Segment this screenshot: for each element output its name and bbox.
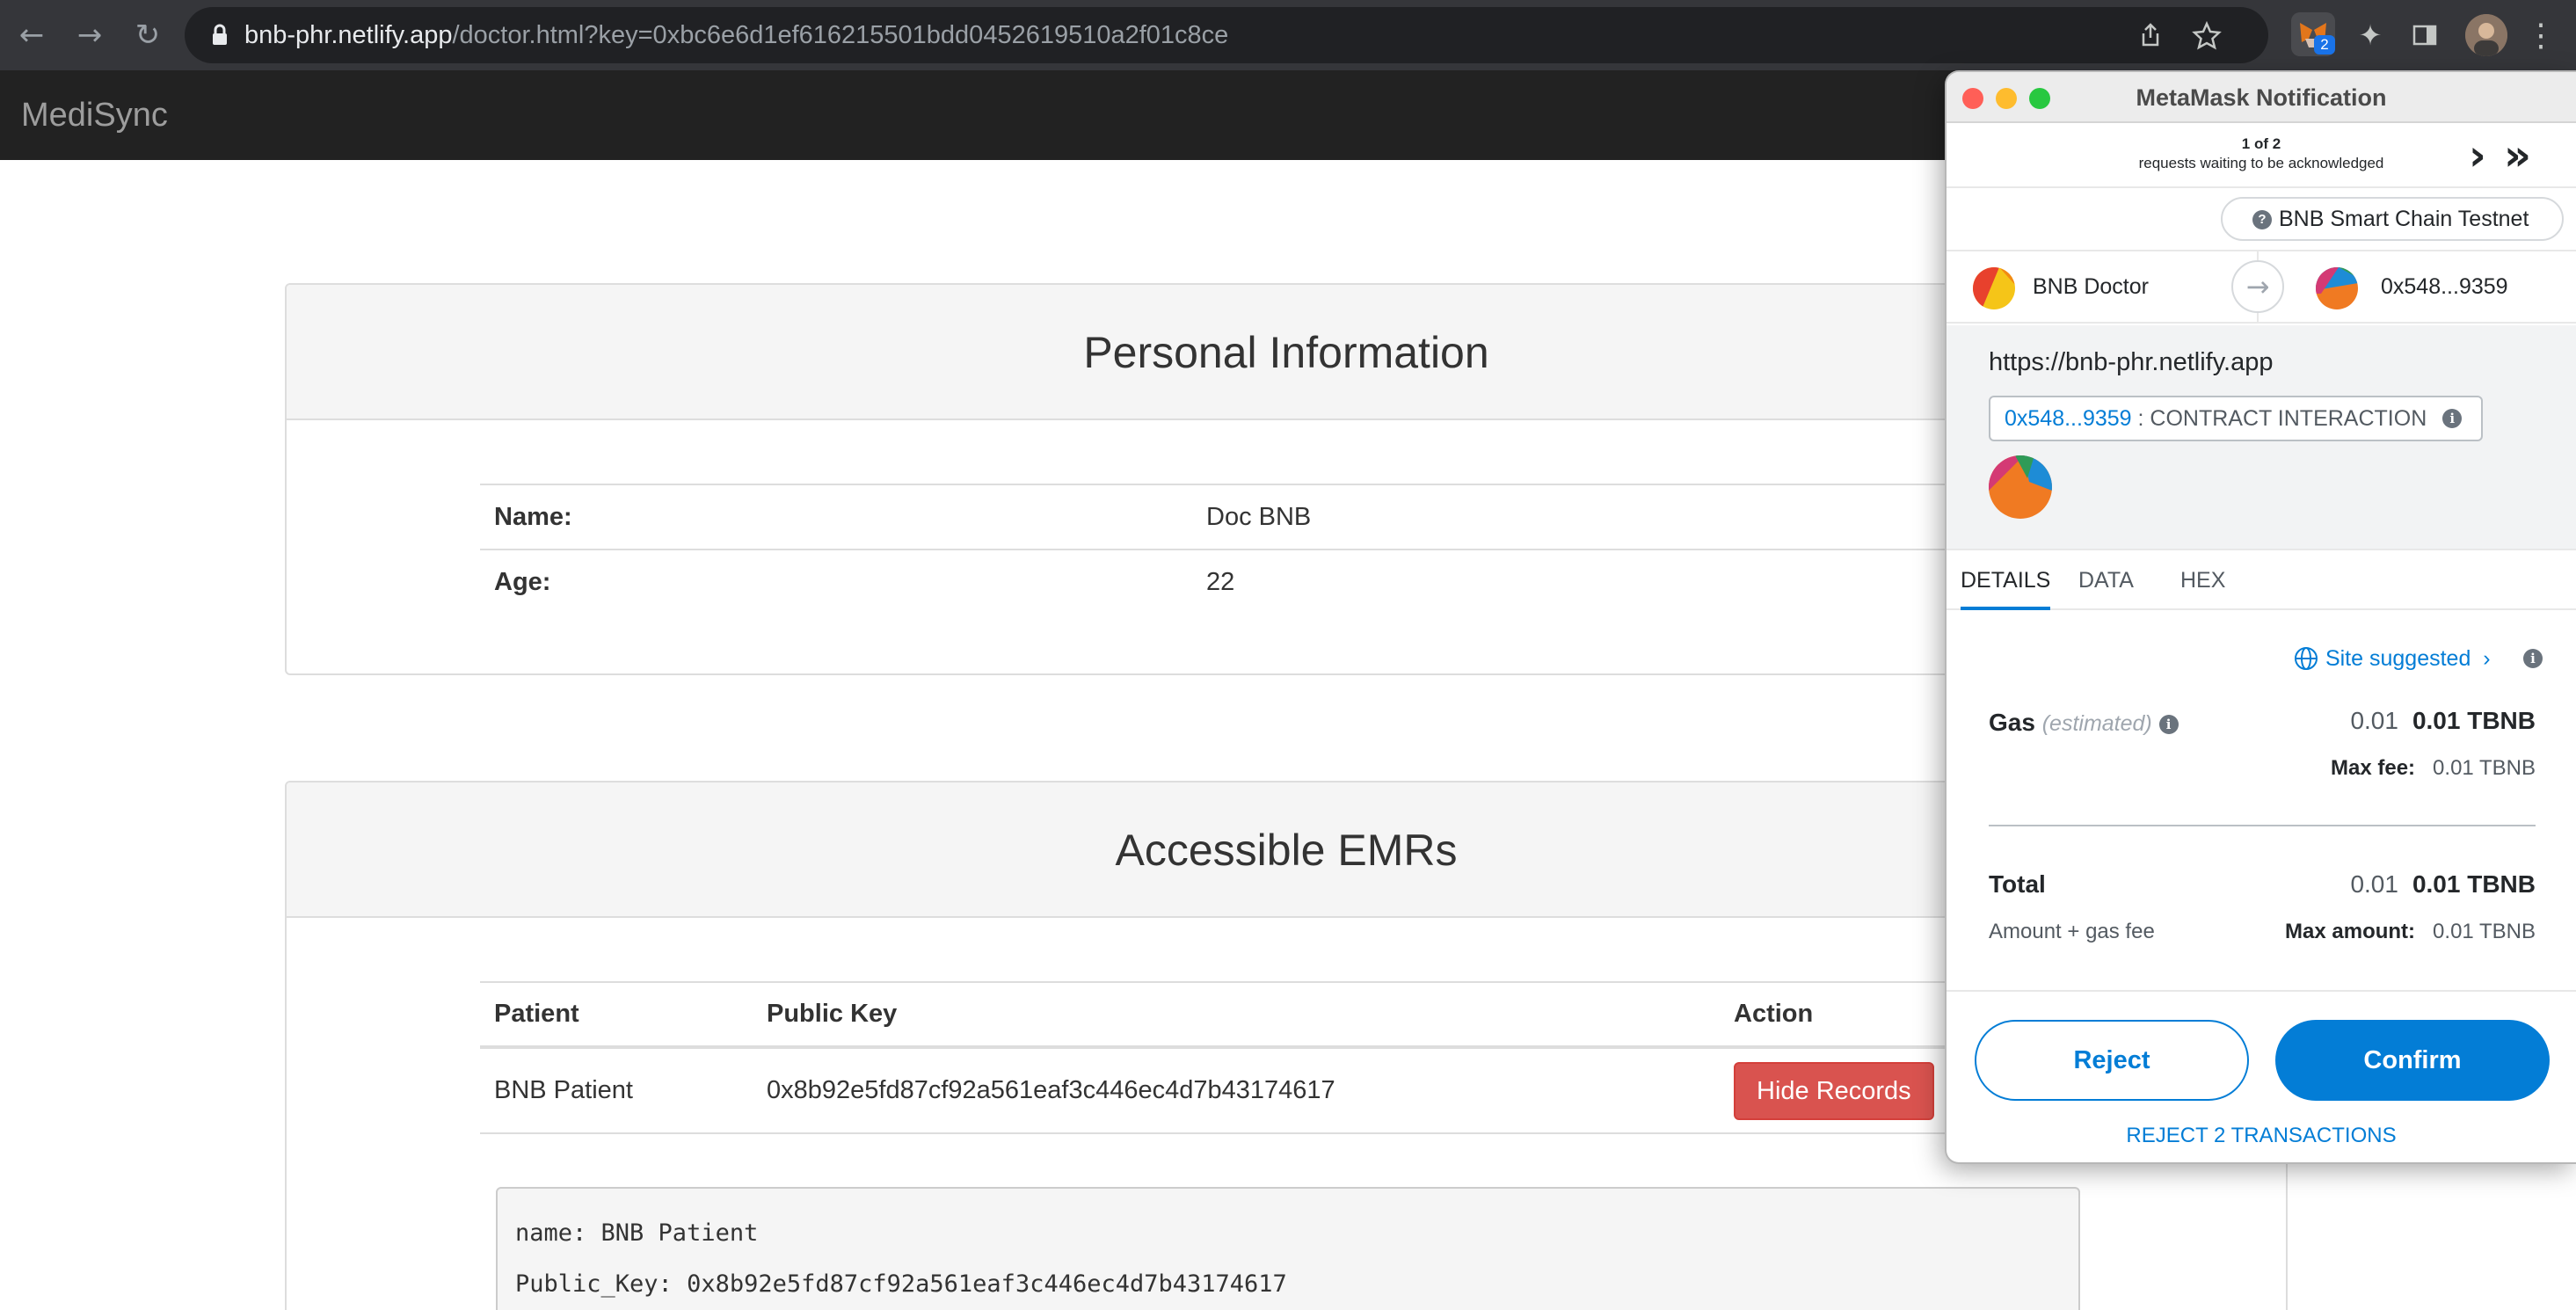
max-fee-value: 0.01 TBNB [2433,756,2536,780]
jazzicon-icon [1973,267,2015,309]
globe-icon [2295,647,2318,670]
forward-arrow-icon[interactable]: → [67,12,113,58]
contract-avatar [1989,455,2052,519]
menu-kebab-icon[interactable]: ⋮ [2525,12,2557,58]
record-details: name: BNB Patient Public_Key: 0x8b92e5fd… [496,1187,2080,1310]
next-request-icon[interactable]: › [2469,134,2486,178]
network-selector[interactable]: ? BNB Smart Chain Testnet [2221,197,2564,241]
profile-avatar[interactable] [2465,14,2507,56]
metamask-window: MetaMask Notification 1 of 2 requests wa… [1947,72,2576,1162]
name-label: Name: [480,484,1192,549]
hide-records-button[interactable]: Hide Records [1734,1061,1934,1120]
gas-value-bold: 0.01 TBNB [2412,707,2536,734]
info-icon[interactable]: i [2523,649,2543,668]
max-fee-row: Max fee: 0.01 TBNB [2331,756,2536,781]
jazzicon-icon [1989,455,2052,519]
tab-data[interactable]: DATA [2078,552,2134,610]
last-request-icon[interactable]: » [2504,134,2531,178]
divider [1989,825,2536,826]
gas-value-light: 0.01 [2350,707,2398,734]
url-host: bnb-phr.netlify.app [244,21,453,49]
side-panel-icon[interactable] [2405,16,2444,55]
table-header-row: Patient Public Key Action [480,981,2096,1049]
arrow-right-icon: → [2231,260,2284,313]
gas-label: Gas [1989,709,2035,736]
metamask-titlebar: MetaMask Notification [1947,72,2576,123]
lock-icon [213,24,227,45]
total-sub-label: Amount + gas fee [1989,920,2155,943]
total-value: 0.01 0.01 TBNB [2350,870,2536,899]
confirm-button[interactable]: Confirm [2275,1020,2550,1101]
to-account-avatar [2316,267,2358,309]
reload-icon[interactable]: ↻ [125,12,171,58]
table-row: Age: 22 [480,549,2096,615]
contract-interaction-pill: 0x548...9359 : CONTRACT INTERACTION i [1989,396,2484,441]
reject-all-link[interactable]: REJECT 2 TRANSACTIONS [1947,1124,2576,1148]
brand-link[interactable]: MediSync [21,70,168,160]
public-key-cell: 0x8b92e5fd87cf92a561eaf3c446ec4d7b431746… [753,1047,1720,1134]
maximize-window-icon[interactable] [2029,88,2050,109]
origin-url: https://bnb-phr.netlify.app [1989,348,2274,376]
back-arrow-icon[interactable]: ← [9,12,55,58]
address-bar[interactable]: bnb-phr.netlify.app/doctor.html?key=0xbc… [185,7,2268,63]
avatar-icon [2465,14,2507,56]
site-suggested-link[interactable]: Site suggested › [2293,645,2491,672]
chevron-right-icon: › [2477,646,2491,671]
record-line-name: name: BNB Patient [515,1219,759,1247]
request-queue: 1 of 2 requests waiting to be acknowledg… [1947,125,2576,188]
url-path: /doctor.html?key=0xbc6e6d1ef616215501bdd… [452,21,1229,49]
total-label: Total [1989,870,2046,898]
to-account-address: 0x548...9359 [2381,274,2508,299]
url-text[interactable]: bnb-phr.netlify.app/doctor.html?key=0xbc… [244,7,1228,63]
emrs-table: Patient Public Key Action BNB Patient 0x… [480,981,2096,1134]
extension-badge: 2 [2314,35,2335,55]
bookmark-star-icon[interactable] [2191,19,2223,51]
max-fee-label: Max fee: [2331,756,2416,780]
patient-cell: BNB Patient [480,1047,753,1134]
reject-button[interactable]: Reject [1975,1020,2249,1101]
metamask-title: MetaMask Notification [2136,84,2387,111]
from-account-name: BNB Doctor [2033,274,2149,299]
total-value-light: 0.01 [2350,870,2398,898]
gas-estimated: (estimated) [2041,711,2152,736]
info-icon[interactable]: i [2158,714,2179,734]
gas-value: 0.01 0.01 TBNB [2350,707,2536,735]
share-icon[interactable] [2135,19,2166,51]
account-row: BNB Doctor → 0x548...9359 [1947,250,2576,324]
col-patient: Patient [480,981,753,1049]
site-suggested-label: Site suggested [2325,646,2471,671]
transaction-origin: https://bnb-phr.netlify.app 0x548...9359… [1947,325,2576,550]
total-value-bold: 0.01 TBNB [2412,870,2536,898]
personal-info-table: Name: Doc BNB Age: 22 [480,484,2096,615]
metamask-extension-icon[interactable]: 2 [2291,12,2335,56]
minimize-window-icon[interactable] [1996,88,2017,109]
from-account-avatar [1973,267,2015,309]
max-amount-row: Max amount: 0.01 TBNB [2285,920,2536,944]
jazzicon-icon [2316,267,2358,309]
col-public-key: Public Key [753,981,1720,1049]
max-amount-label: Max amount: [2285,920,2416,943]
contract-label: : CONTRACT INTERACTION [2137,406,2427,431]
browser-toolbar: ← → ↻ bnb-phr.netlify.app/doctor.html?ke… [0,0,2576,70]
network-name: BNB Smart Chain Testnet [2279,207,2529,231]
tab-details[interactable]: DETAILS [1961,552,2051,610]
max-amount-value: 0.01 TBNB [2433,920,2536,943]
table-row: BNB Patient 0x8b92e5fd87cf92a561eaf3c446… [480,1047,2096,1134]
table-row: Name: Doc BNB [480,484,2096,549]
record-line-public-key: Public_Key: 0x8b92e5fd87cf92a561eaf3c446… [515,1270,1287,1298]
contract-address-link[interactable]: 0x548...9359 [2005,406,2132,431]
close-window-icon[interactable] [1962,88,1983,109]
age-label: Age: [480,549,1192,615]
action-footer: Reject Confirm REJECT 2 TRANSACTIONS [1947,990,2576,1162]
extensions-puzzle-icon[interactable]: ✦ [2351,16,2390,55]
transaction-tabs: DETAILS DATA HEX [1947,552,2576,610]
info-icon[interactable]: i [2442,409,2463,428]
question-icon: ? [2252,210,2272,229]
gas-label-row: Gas (estimated) i [1989,709,2179,737]
tab-hex[interactable]: HEX [2180,552,2225,610]
